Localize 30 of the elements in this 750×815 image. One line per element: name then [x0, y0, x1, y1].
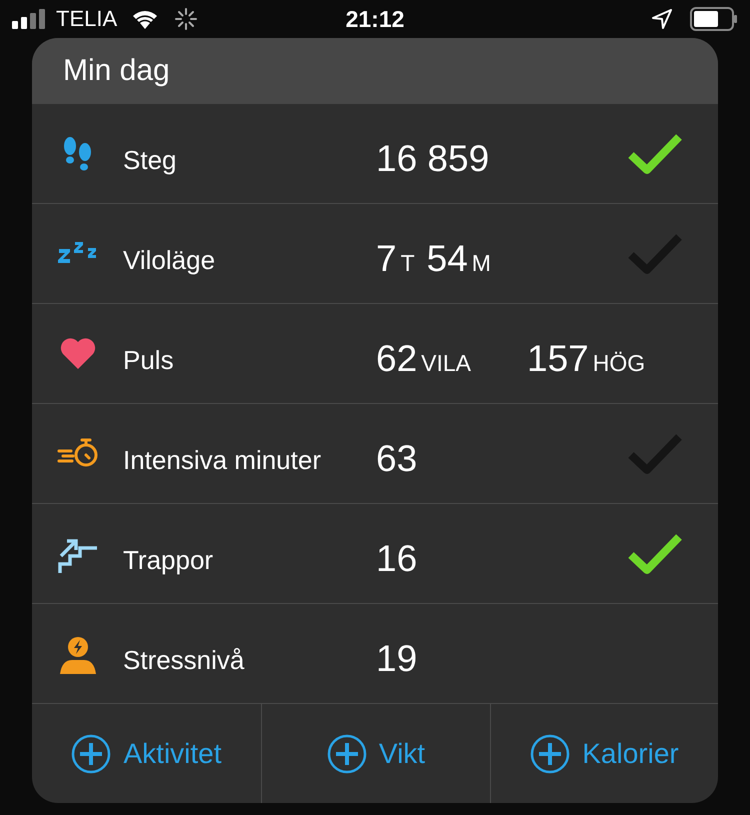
add-button[interactable]: Aktivitet	[67, 730, 226, 778]
plus-circle-icon	[530, 734, 570, 774]
add-button[interactable]: Kalorier	[526, 730, 683, 778]
location-arrow-icon	[652, 9, 672, 29]
metric-value: 157 HÖG	[527, 338, 646, 380]
signal-icon	[12, 9, 48, 29]
card-title: Min dag	[63, 54, 170, 88]
loading-spinner-icon	[175, 8, 198, 30]
metric-value: 19	[376, 638, 418, 680]
carrier-name: TELIA	[56, 6, 118, 32]
metric-value: 16	[376, 538, 418, 580]
metric-label: Trappor	[123, 545, 214, 575]
metric-value: 54 M	[426, 238, 491, 280]
metric-value: 63	[376, 438, 418, 480]
metric-label: Stressnivå	[123, 645, 244, 675]
metric-value: 62 VILA	[376, 338, 472, 380]
plus-circle-icon	[71, 734, 112, 774]
metric-label: Viloläge	[123, 245, 216, 275]
clock-time: 21:12	[346, 6, 404, 33]
metric-label: Steg	[123, 145, 176, 175]
wifi-icon	[131, 8, 160, 30]
metric-label: Intensiva minuter	[123, 445, 321, 475]
heart-icon	[58, 336, 96, 370]
stressed-person-icon	[58, 636, 98, 674]
metric-label: Puls	[123, 345, 174, 375]
add-button[interactable]: Vikt	[322, 730, 430, 778]
metric-value: 16 859	[376, 138, 490, 180]
metric-value: 7 T	[376, 238, 415, 280]
plus-circle-icon	[326, 734, 367, 774]
battery-icon	[690, 7, 738, 31]
